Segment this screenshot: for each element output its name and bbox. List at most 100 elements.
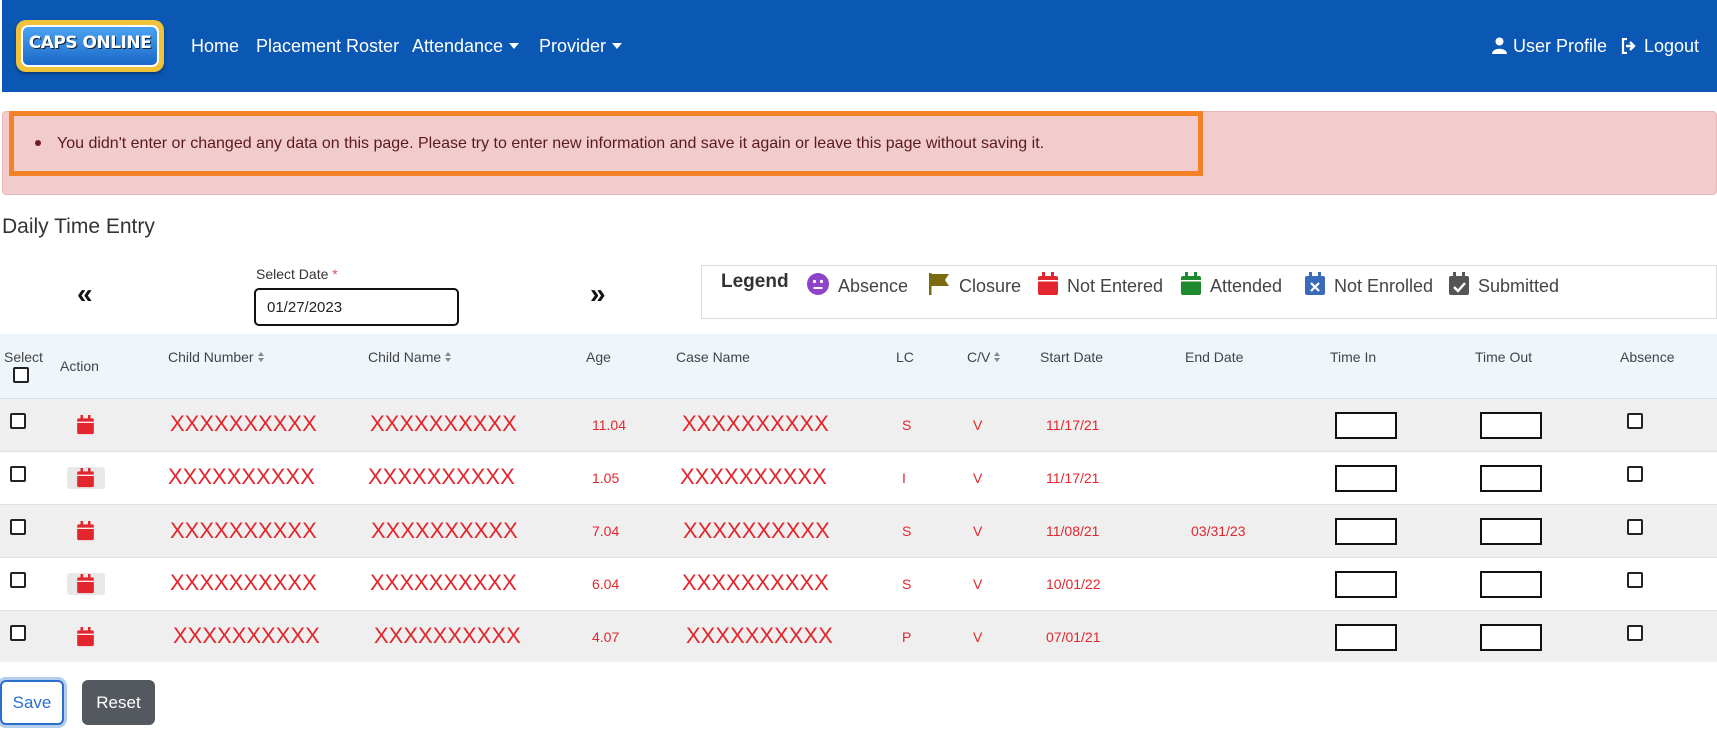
nav-provider-label: Provider — [539, 36, 607, 56]
required-mark: * — [332, 266, 338, 282]
sort-icon — [994, 352, 1000, 362]
child-name-cell[interactable]: XXXXXXXXXX — [374, 623, 521, 649]
time-out-input[interactable] — [1480, 571, 1542, 598]
legend-submitted-label: Submitted — [1478, 276, 1560, 296]
row-select-checkbox[interactable] — [10, 413, 26, 429]
bullet-icon — [35, 140, 41, 146]
child-name-cell[interactable]: XXXXXXXXXX — [368, 464, 515, 490]
user-profile-link[interactable]: User Profile — [1492, 36, 1607, 57]
time-out-input[interactable] — [1480, 412, 1542, 439]
absence-checkbox[interactable] — [1627, 413, 1643, 429]
sort-icon — [258, 352, 264, 362]
nav-placement-roster-link[interactable]: Placement Roster — [256, 36, 399, 57]
cv-cell: V — [973, 417, 983, 433]
nav-provider-dropdown[interactable]: Provider — [539, 36, 623, 57]
time-out-input[interactable] — [1480, 518, 1542, 545]
header-child-name[interactable]: Child Name — [368, 349, 451, 365]
header-select: Select — [4, 349, 43, 365]
end-date-cell: 03/31/23 — [1191, 523, 1246, 539]
user-icon — [1492, 37, 1507, 54]
calendar-icon[interactable] — [76, 521, 95, 541]
cv-cell: V — [973, 523, 983, 539]
flag-icon — [929, 273, 949, 295]
child-number-cell: XXXXXXXXXX — [170, 570, 317, 595]
start-date-cell: 10/01/22 — [1046, 576, 1101, 592]
legend: Legend Absence Closure Not Entered Atten… — [701, 265, 1717, 319]
lc-cell: I — [902, 470, 906, 486]
cv-cell: V — [973, 576, 983, 592]
absence-checkbox[interactable] — [1627, 519, 1643, 535]
header-child-number[interactable]: Child Number — [168, 349, 264, 365]
legend-item-absence: Absence — [806, 272, 908, 297]
header-action: Action — [60, 358, 99, 374]
select-all-checkbox[interactable] — [13, 367, 29, 383]
legend-absence-label: Absence — [838, 276, 909, 296]
time-in-input[interactable] — [1335, 465, 1397, 492]
nav-attendance-dropdown[interactable]: Attendance — [412, 36, 520, 57]
header-cv[interactable]: C/V — [967, 349, 1000, 365]
calendar-icon — [1181, 272, 1201, 295]
header-end-date: End Date — [1185, 349, 1244, 365]
table-row: XXXXXXXXXX XXXXXXXXXX 1.05 XXXXXXXXXX I … — [0, 451, 1717, 504]
header-absence: Absence — [1620, 349, 1675, 365]
legend-item-not-entered: Not Entered — [1037, 272, 1163, 297]
legend-item-not-enrolled: Not Enrolled — [1304, 272, 1433, 297]
logout-label: Logout — [1644, 36, 1700, 56]
calendar-icon[interactable] — [76, 574, 95, 594]
header-time-out: Time Out — [1475, 349, 1533, 365]
case-name-cell: XXXXXXXXXX — [680, 464, 827, 489]
child-number-cell: XXXXXXXXXX — [168, 464, 315, 489]
row-select-checkbox[interactable] — [10, 519, 26, 535]
child-name-cell[interactable]: XXXXXXXXXX — [371, 518, 518, 544]
reset-button[interactable]: Reset — [82, 680, 155, 725]
caps-online-logo[interactable]: CAPS ONLINE — [16, 20, 164, 72]
absence-checkbox[interactable] — [1627, 466, 1643, 482]
time-in-input[interactable] — [1335, 571, 1397, 598]
absence-face-icon — [807, 273, 829, 295]
child-name-cell[interactable]: XXXXXXXXXX — [370, 411, 517, 437]
lc-cell: S — [902, 523, 912, 539]
header-child-number-label: Child Number — [168, 349, 254, 365]
time-in-input[interactable] — [1335, 412, 1397, 439]
logout-icon — [1621, 38, 1636, 54]
calendar-icon — [1038, 272, 1058, 295]
header-case-name: Case Name — [676, 349, 750, 365]
child-number-cell: XXXXXXXXXX — [173, 623, 320, 648]
start-date-cell: 11/08/21 — [1046, 523, 1100, 539]
time-in-input[interactable] — [1335, 518, 1397, 545]
select-date-label: Select Date * — [256, 266, 338, 282]
select-date-input[interactable] — [254, 288, 459, 326]
child-number-cell: XXXXXXXXXX — [170, 411, 317, 436]
case-name-cell: XXXXXXXXXX — [686, 623, 833, 648]
time-out-input[interactable] — [1480, 465, 1542, 492]
row-select-checkbox[interactable] — [10, 572, 26, 588]
age-cell: 6.04 — [592, 576, 620, 592]
table-row: XXXXXXXXXX XXXXXXXXXX 6.04 XXXXXXXXXX S … — [0, 557, 1717, 610]
next-date-button[interactable]: » — [590, 278, 606, 310]
table-header: Select Action Child Number Child Name Ag… — [0, 334, 1717, 398]
child-name-cell[interactable]: XXXXXXXXXX — [370, 570, 517, 596]
previous-date-button[interactable]: « — [77, 278, 93, 310]
age-cell: 1.05 — [592, 470, 620, 486]
time-in-input[interactable] — [1335, 624, 1397, 651]
legend-title: Legend — [721, 271, 789, 292]
legend-item-submitted: Submitted — [1448, 272, 1559, 297]
row-select-checkbox[interactable] — [10, 466, 26, 482]
save-button[interactable]: Save — [0, 680, 64, 725]
case-name-cell: XXXXXXXXXX — [682, 411, 829, 436]
absence-checkbox[interactable] — [1627, 572, 1643, 588]
chevron-down-icon — [509, 43, 520, 49]
header-age: Age — [586, 349, 611, 365]
row-select-checkbox[interactable] — [10, 625, 26, 641]
calendar-icon[interactable] — [76, 468, 95, 488]
header-start-date: Start Date — [1040, 349, 1104, 365]
legend-attended-label: Attended — [1210, 276, 1283, 296]
logout-link[interactable]: Logout — [1621, 36, 1699, 57]
legend-item-attended: Attended — [1180, 272, 1282, 297]
calendar-icon[interactable] — [76, 415, 95, 435]
time-out-input[interactable] — [1480, 624, 1542, 651]
nav-home-link[interactable]: Home — [191, 36, 239, 57]
calendar-icon[interactable] — [76, 627, 95, 647]
absence-checkbox[interactable] — [1627, 625, 1643, 641]
user-profile-label: User Profile — [1513, 36, 1608, 56]
